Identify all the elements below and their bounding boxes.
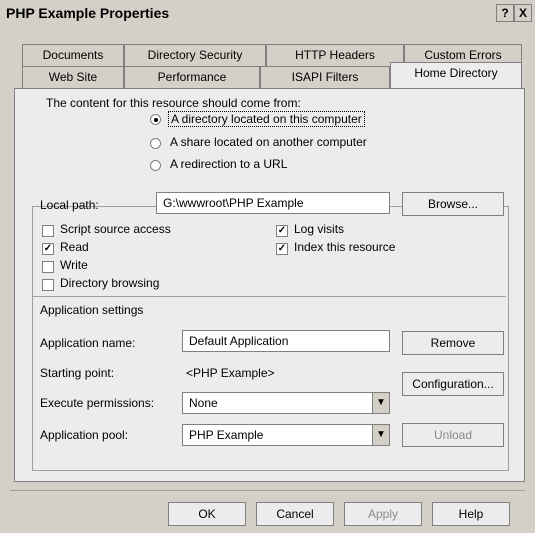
- checkbox-script-source[interactable]: [42, 225, 54, 237]
- checkbox-log-visits[interactable]: ✓: [276, 225, 288, 237]
- label-read: Read: [60, 240, 89, 254]
- local-path-label: Local path:: [40, 198, 99, 212]
- browse-button[interactable]: Browse...: [402, 192, 504, 216]
- label-log-visits: Log visits: [294, 222, 345, 236]
- radio-local-directory[interactable]: [150, 114, 161, 125]
- footer-separator: [10, 490, 525, 491]
- checkbox-index-resource[interactable]: ✓: [276, 243, 288, 255]
- close-title-button[interactable]: X: [514, 4, 532, 22]
- radio-url[interactable]: [150, 160, 161, 171]
- chevron-down-icon[interactable]: ▼: [372, 393, 389, 413]
- radio-label-share: A share located on another computer: [170, 135, 367, 149]
- checkbox-directory-browsing[interactable]: [42, 279, 54, 291]
- unload-button[interactable]: Unload: [402, 423, 504, 447]
- radio-label-url: A redirection to a URL: [170, 157, 288, 171]
- label-directory-browsing: Directory browsing: [60, 276, 160, 290]
- tab-home-directory[interactable]: Home Directory: [390, 62, 522, 89]
- app-name-input[interactable]: Default Application: [182, 330, 390, 352]
- execute-permissions-select[interactable]: None ▼: [182, 392, 390, 414]
- tab-documents[interactable]: Documents: [22, 44, 124, 67]
- app-settings-separator: [33, 296, 506, 297]
- app-name-label: Application name:: [40, 336, 136, 350]
- radio-share[interactable]: [150, 138, 161, 149]
- tab-isapi-filters[interactable]: ISAPI Filters: [260, 66, 390, 89]
- chevron-down-icon[interactable]: ▼: [372, 425, 389, 445]
- checkbox-write[interactable]: [42, 261, 54, 273]
- tab-web-site[interactable]: Web Site: [22, 66, 124, 89]
- source-prompt: The content for this resource should com…: [46, 96, 301, 110]
- help-title-button[interactable]: ?: [496, 4, 514, 22]
- tab-http-headers[interactable]: HTTP Headers: [266, 44, 404, 67]
- apply-button[interactable]: Apply: [344, 502, 422, 526]
- ok-button[interactable]: OK: [168, 502, 246, 526]
- execute-permissions-value: None: [189, 396, 218, 410]
- label-script-source: Script source access: [60, 222, 171, 236]
- tab-directory-security[interactable]: Directory Security: [124, 44, 266, 67]
- remove-button[interactable]: Remove: [402, 331, 504, 355]
- checkbox-read[interactable]: ✓: [42, 243, 54, 255]
- cancel-button[interactable]: Cancel: [256, 502, 334, 526]
- execute-permissions-label: Execute permissions:: [40, 396, 155, 410]
- title-bar: PHP Example Properties ? X: [0, 0, 535, 28]
- help-button[interactable]: Help: [432, 502, 510, 526]
- app-pool-select[interactable]: PHP Example ▼: [182, 424, 390, 446]
- app-pool-value: PHP Example: [189, 428, 264, 442]
- configuration-button[interactable]: Configuration...: [402, 372, 504, 396]
- starting-point-label: Starting point:: [40, 366, 115, 380]
- radio-label-local-directory: A directory located on this computer: [168, 111, 365, 127]
- tab-performance[interactable]: Performance: [124, 66, 260, 89]
- window-title: PHP Example Properties: [6, 5, 170, 21]
- app-settings-heading: Application settings: [40, 303, 144, 317]
- app-pool-label: Application pool:: [40, 428, 129, 442]
- starting-point-value: <PHP Example>: [186, 366, 275, 380]
- local-path-input[interactable]: G:\wwwroot\PHP Example: [156, 192, 390, 214]
- label-index-resource: Index this resource: [294, 240, 396, 254]
- label-write: Write: [60, 258, 88, 272]
